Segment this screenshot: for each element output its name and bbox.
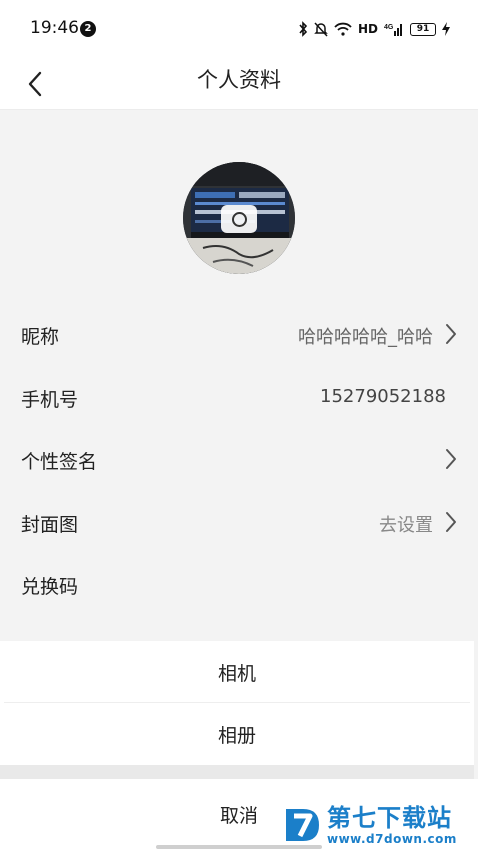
watermark-text: 第七下载站 www.d7down.com [327, 804, 457, 846]
chevron-right-icon [446, 324, 456, 344]
cover-image-label: 封面图 [21, 514, 79, 536]
header: 个人资料 [0, 58, 478, 110]
redeem-code-label: 兑换码 [21, 576, 79, 598]
watermark-url: www.d7down.com [327, 832, 457, 846]
status-time: 19:46 [30, 18, 79, 38]
d7-logo-icon [286, 809, 319, 841]
bluetooth-icon [298, 21, 308, 37]
camera-icon [231, 211, 247, 227]
sheet-gap [0, 765, 474, 779]
chevron-right-icon [446, 449, 456, 469]
watermark: 第七下载站 www.d7down.com [283, 800, 478, 850]
charging-icon [442, 22, 450, 36]
nickname-value: 哈哈哈哈哈_哈哈 [298, 327, 433, 348]
chevron-right-icon [446, 512, 456, 532]
redeem-code-row[interactable]: 兑换码 [0, 554, 478, 616]
status-bar: 19:46 2 HD 4G 91 [0, 0, 478, 58]
status-icons: HD 4G 91 [298, 18, 450, 40]
change-avatar-camera-button[interactable] [221, 205, 257, 233]
signal-icon: 4G [384, 22, 404, 37]
network-hd-label: HD [357, 22, 378, 36]
battery-indicator: 91 [410, 22, 436, 36]
mute-bell-icon [314, 21, 328, 37]
profile-content: 昵称 哈哈哈哈哈_哈哈 手机号 15279052188 个性签名 封面图 去设置… [0, 111, 478, 641]
notification-count-badge: 2 [80, 21, 96, 37]
album-option[interactable]: 相册 [0, 703, 474, 765]
nickname-label: 昵称 [21, 326, 60, 348]
cover-image-value: 去设置 [379, 515, 433, 536]
signature-row[interactable]: 个性签名 [0, 429, 478, 491]
nickname-row[interactable]: 昵称 哈哈哈哈哈_哈哈 [0, 304, 478, 366]
phone-label: 手机号 [21, 389, 79, 411]
watermark-title: 第七下载站 [327, 804, 452, 832]
camera-option[interactable]: 相机 [0, 641, 474, 703]
svg-text:4G: 4G [384, 24, 394, 31]
signature-label: 个性签名 [21, 451, 98, 473]
phone-row: 手机号 15279052188 [0, 367, 478, 429]
wifi-icon [334, 22, 352, 36]
cover-image-row[interactable]: 封面图 去设置 [0, 492, 478, 554]
phone-value: 15279052188 [320, 386, 446, 407]
page-title: 个人资料 [197, 68, 281, 92]
